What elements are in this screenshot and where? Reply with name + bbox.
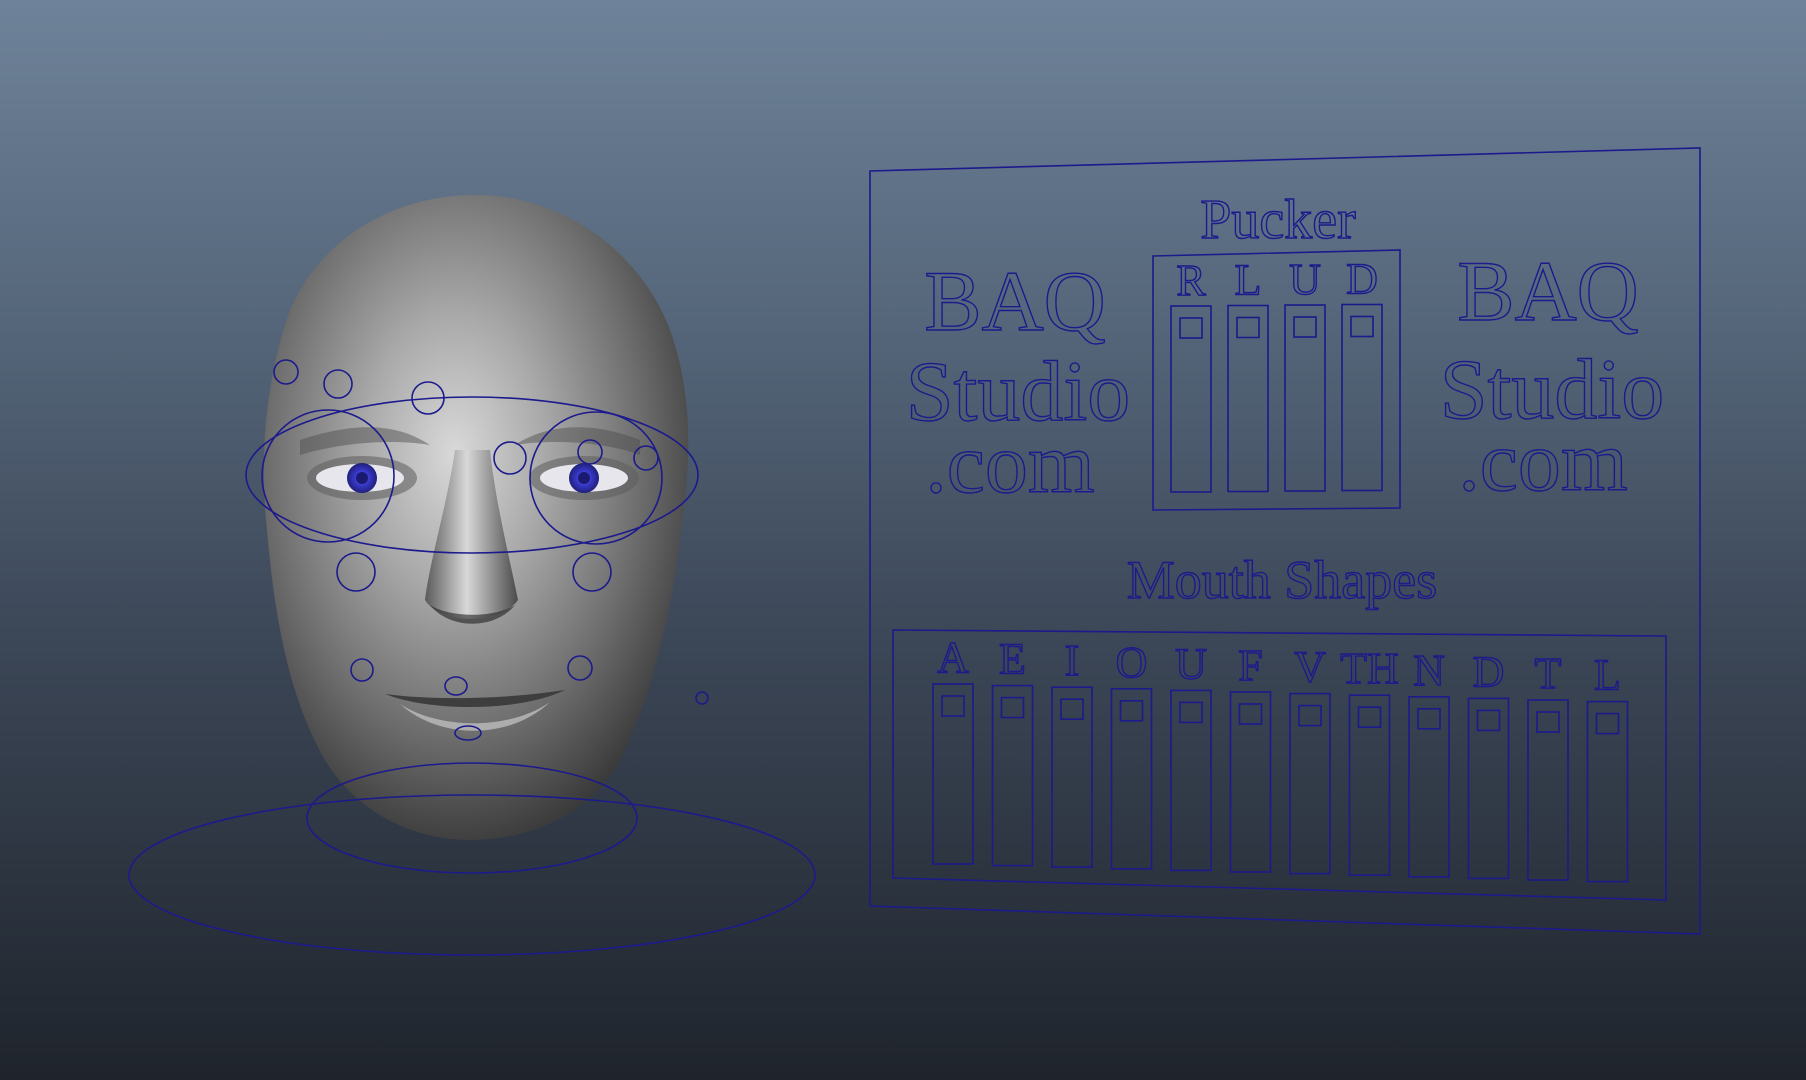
mouth-slider-d[interactable]: D <box>1467 647 1510 880</box>
mouth-knob-v[interactable] <box>1298 704 1322 727</box>
head-model[interactable] <box>263 194 689 840</box>
pucker-sliders[interactable]: RLUD <box>1170 254 1383 493</box>
mouth-knob-u[interactable] <box>1179 701 1203 724</box>
pucker-track-l[interactable] <box>1227 304 1269 493</box>
pucker-label-d: D <box>1346 255 1378 304</box>
mouth-knob-l[interactable] <box>1595 712 1620 735</box>
left-pupil <box>356 472 368 484</box>
mouth-slider-th[interactable]: TH <box>1339 644 1400 877</box>
viewport-canvas[interactable]: BAQ Studio .com BAQ Studio .com Pucker R… <box>0 0 1806 1080</box>
mouth-knob-i[interactable] <box>1060 698 1084 721</box>
mouth-slider-u[interactable]: U <box>1170 639 1212 872</box>
mouth-track-u[interactable] <box>1170 689 1212 872</box>
pucker-track-d[interactable] <box>1341 303 1383 492</box>
mouth-label-i: I <box>1065 636 1080 685</box>
pucker-label-u: U <box>1289 255 1321 304</box>
mouth-slider-v[interactable]: V <box>1289 642 1331 875</box>
mouth-knob-f[interactable] <box>1238 703 1263 725</box>
mouth-knob-o[interactable] <box>1119 699 1144 722</box>
mouth-label-a: A <box>937 633 969 682</box>
mouth-label-t: T <box>1535 649 1562 698</box>
mouth-track-i[interactable] <box>1051 686 1093 869</box>
tongue-control[interactable] <box>695 691 709 705</box>
pucker-slider-r[interactable]: R <box>1170 255 1212 493</box>
pucker-knob-d[interactable] <box>1350 315 1374 338</box>
mouth-knob-d[interactable] <box>1476 709 1501 732</box>
pucker-knob-u[interactable] <box>1293 316 1317 338</box>
mouth-track-f[interactable] <box>1229 691 1272 873</box>
pucker-title: Pucker <box>1200 189 1356 251</box>
pucker-label-r: R <box>1176 256 1206 305</box>
pucker-track-u[interactable] <box>1284 304 1326 492</box>
mouth-track-e[interactable] <box>991 684 1034 867</box>
mouth-label-d: D <box>1473 647 1505 696</box>
mouth-slider-t[interactable]: T <box>1527 648 1569 881</box>
logo-right-line-1: BAQ <box>1457 243 1639 339</box>
mouth-slider-e[interactable]: E <box>991 634 1034 867</box>
mouth-track-l[interactable] <box>1586 700 1629 883</box>
pucker-slider-l[interactable]: L <box>1227 255 1269 493</box>
logo-left-line-3: .com <box>925 415 1095 511</box>
mouth-track-n[interactable] <box>1408 695 1450 878</box>
mouth-slider-i[interactable]: I <box>1051 636 1093 869</box>
mouth-track-t[interactable] <box>1527 699 1569 881</box>
mouth-label-o: O <box>1116 638 1148 687</box>
mouth-label-th: TH <box>1340 644 1399 693</box>
pucker-knob-r[interactable] <box>1179 317 1203 339</box>
mouth-knob-th[interactable] <box>1357 706 1382 729</box>
mouth-track-v[interactable] <box>1289 692 1331 875</box>
mouth-label-v: V <box>1294 643 1326 692</box>
logo-left-line-1: BAQ <box>924 253 1106 349</box>
mouth-knob-a[interactable] <box>941 695 965 717</box>
logo-left: BAQ Studio .com <box>905 252 1131 511</box>
mouth-label-u: U <box>1175 639 1207 688</box>
mouth-label-e: E <box>999 635 1026 684</box>
mouth-knob-t[interactable] <box>1536 711 1560 733</box>
pucker-label-l: L <box>1235 256 1262 305</box>
mouth-slider-o[interactable]: O <box>1110 637 1153 870</box>
right-pupil <box>578 472 590 484</box>
mouth-label-f: F <box>1238 641 1262 690</box>
mouth-knob-e[interactable] <box>1000 696 1025 719</box>
mouth-label-n: N <box>1413 646 1445 695</box>
mouth-track-o[interactable] <box>1110 687 1153 870</box>
logo-right: BAQ Studio .com <box>1439 242 1665 509</box>
mouth-shapes-sliders[interactable]: A E I O U F V TH N D T L <box>932 632 1629 883</box>
mouth-slider-l[interactable]: L <box>1586 650 1629 883</box>
mouth-slider-n[interactable]: N <box>1408 645 1450 878</box>
mouth-knob-n[interactable] <box>1417 707 1441 730</box>
pucker-slider-d[interactable]: D <box>1341 254 1383 492</box>
mouth-slider-f[interactable]: F <box>1229 640 1272 873</box>
mouth-slider-a[interactable]: A <box>932 632 974 865</box>
logo-right-line-3: .com <box>1458 413 1628 509</box>
pucker-slider-u[interactable]: U <box>1284 254 1326 492</box>
control-board[interactable]: BAQ Studio .com BAQ Studio .com Pucker R… <box>869 147 1701 935</box>
mouth-track-a[interactable] <box>932 683 974 865</box>
mouth-label-l: L <box>1594 651 1621 700</box>
3d-viewport[interactable]: BAQ Studio .com BAQ Studio .com Pucker R… <box>0 0 1806 1080</box>
mouth-track-th[interactable] <box>1348 694 1391 877</box>
mouth-shapes-title: Mouth Shapes <box>1127 550 1438 610</box>
mouth-track-d[interactable] <box>1467 697 1510 880</box>
pucker-track-r[interactable] <box>1170 305 1212 493</box>
pucker-knob-l[interactable] <box>1236 316 1260 339</box>
